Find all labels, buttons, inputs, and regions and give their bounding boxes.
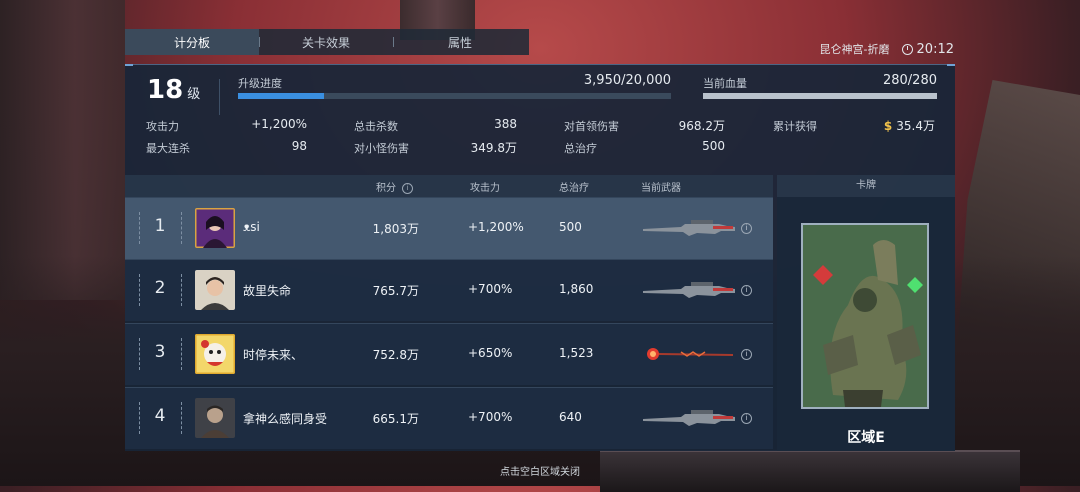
rank-bracket (181, 338, 184, 370)
clock-time: 20:12 (916, 41, 954, 57)
header-score: 积分 i (376, 179, 413, 194)
progress-label: 升级进度 (238, 77, 282, 90)
weapon-info-icon[interactable]: i (741, 285, 752, 296)
table-header: 积分 i 攻击力 总治疗 当前武器 (125, 175, 773, 197)
rank-number: 1 (154, 216, 166, 236)
rank-bracket (139, 274, 142, 306)
rank-bracket (139, 212, 142, 244)
player-name: 故里失命 (243, 284, 292, 298)
rank-number: 3 (154, 342, 166, 362)
table-row[interactable]: 3 时停未来、 752.8万 +650% 1,523 i (125, 323, 773, 385)
player-level: 18 级 (147, 75, 200, 105)
hp-fill (703, 93, 937, 99)
stat-value-attack: +1,200% (251, 117, 307, 131)
rank-bracket (139, 338, 142, 370)
rank-number: 4 (154, 406, 166, 426)
stat-label-boss-damage: 对首领伤害 (564, 120, 619, 133)
stat-value-healing: 500 (702, 139, 725, 153)
location-label: 昆仑神宫-折磨 (819, 43, 890, 56)
table-row[interactable]: 4 拿神么感同身受 665.1万 +700% 640 i (125, 387, 773, 449)
rank-bracket (139, 402, 142, 434)
player-name: 时停未来、 (243, 348, 304, 362)
header-healing: 总治疗 (559, 183, 589, 194)
weapon-info-icon[interactable]: i (741, 349, 752, 360)
hp-value: 280/280 (882, 73, 937, 88)
player-score: 765.7万 (372, 284, 419, 298)
avatar[interactable] (195, 398, 235, 438)
player-attack: +1,200% (468, 220, 524, 234)
player-healing: 1,523 (559, 346, 594, 360)
player-name: ᴥsi (243, 220, 260, 234)
player-healing: 640 (559, 410, 582, 424)
player-name: 拿神么感同身受 (243, 412, 328, 426)
rifle-icon (643, 410, 735, 426)
player-attack: +700% (468, 410, 513, 424)
scoreboard-panel: 18 级 升级进度 3,950/20,000 当前血量 280/280 攻击力 … (125, 64, 955, 451)
avatar[interactable] (195, 334, 235, 374)
player-score: 752.8万 (372, 348, 419, 362)
clock-icon (901, 43, 913, 55)
hp-label: 当前血量 (703, 77, 747, 90)
stat-value-boss-damage: 968.2万 (678, 119, 725, 133)
earned-amount: 35.4万 (896, 119, 935, 133)
staff-icon (647, 348, 733, 360)
avatar[interactable] (195, 270, 235, 310)
progress-value: 3,950/20,000 (583, 73, 671, 88)
weapon-info-icon[interactable]: i (741, 223, 752, 234)
stat-label-healing: 总治疗 (564, 142, 597, 155)
avatar[interactable] (195, 208, 235, 248)
header-score-label: 积分 (376, 183, 396, 194)
equipped-card[interactable] (801, 223, 929, 409)
player-healing: 1,860 (559, 282, 594, 296)
tab-stage-effects[interactable]: 关卡效果 (259, 29, 393, 55)
weapon-info-icon[interactable]: i (741, 413, 752, 424)
rank-bracket (181, 274, 184, 306)
player-attack: +650% (468, 346, 513, 360)
divider (219, 79, 220, 115)
rank-number: 2 (154, 278, 166, 298)
coin-icon: $ (883, 119, 893, 133)
player-healing: 500 (559, 220, 582, 234)
clock: 20:12 (901, 41, 954, 57)
progress-fill (238, 93, 324, 99)
top-right-info: 昆仑神宫-折磨 20:12 (820, 41, 954, 57)
stat-value-kills: 388 (494, 117, 517, 131)
stat-value-earned: $35.4万 (865, 117, 935, 134)
rank-bracket (181, 212, 184, 244)
card-name: 区域E (847, 430, 885, 446)
stat-label-max-streak: 最大连杀 (146, 142, 190, 155)
rifle-icon (643, 282, 735, 298)
level-unit: 级 (187, 87, 201, 102)
player-score: 1,803万 (372, 222, 419, 236)
stat-label-earned: 累计获得 (773, 120, 817, 133)
stat-label-kills: 总击杀数 (354, 120, 398, 133)
progress-bar (238, 93, 671, 99)
tab-attributes[interactable]: 属性 (393, 29, 527, 55)
header-attack: 攻击力 (470, 183, 500, 194)
info-icon[interactable]: i (402, 182, 413, 194)
background-pillar-left (0, 0, 125, 300)
close-hint[interactable]: 点击空白区域关闭 (0, 463, 1080, 478)
rifle-icon (643, 220, 735, 236)
monster-card-art-icon (803, 225, 927, 407)
header-weapon: 当前武器 (641, 183, 681, 194)
stat-value-minion-damage: 349.8万 (470, 141, 517, 155)
tab-bar: 计分板 关卡效果 属性 (125, 29, 529, 55)
card-section: 区域E (777, 197, 955, 451)
stat-label-minion-damage: 对小怪伤害 (354, 142, 409, 155)
header-card: 卡牌 (777, 175, 955, 197)
hp-bar (703, 93, 937, 99)
table-row[interactable]: 1 ᴥsi 1,803万 +1,200% 500 i (125, 197, 773, 260)
player-score: 665.1万 (372, 412, 419, 426)
level-number: 18 (147, 75, 184, 105)
rank-bracket (181, 402, 184, 434)
player-attack: +700% (468, 282, 513, 296)
tab-scoreboard[interactable]: 计分板 (125, 29, 259, 55)
stat-value-max-streak: 98 (291, 139, 307, 153)
table-row[interactable]: 2 故里失命 765.7万 +700% 1,860 i (125, 259, 773, 321)
stat-label-attack: 攻击力 (146, 120, 179, 133)
